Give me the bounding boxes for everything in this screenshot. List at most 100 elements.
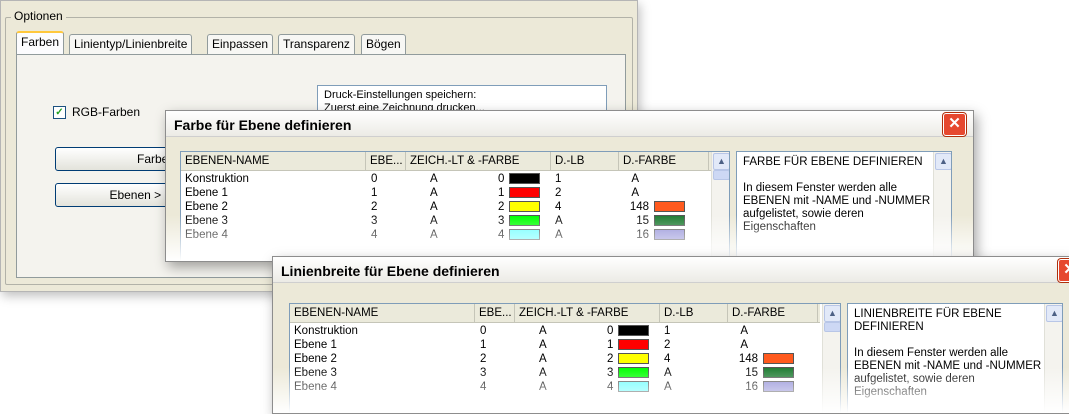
print-linewidth: 2	[555, 187, 562, 199]
description-panel: FARBE FÜR EBENE DEFINIEREN In diesem Fen…	[736, 151, 952, 261]
color-swatch	[509, 173, 540, 184]
color-code: 4	[498, 229, 505, 241]
rgb-checkbox[interactable]: ✓	[53, 105, 66, 119]
table-row[interactable]: Ebene 2 2 A 2 4 148	[290, 352, 820, 366]
table-row[interactable]: Ebene 1 1 A 1 2 A	[181, 186, 711, 200]
scroll-up-arrow-icon[interactable]: ▲	[935, 153, 951, 170]
table-row[interactable]: Ebene 4 4 A 4 A 16	[290, 380, 820, 394]
table-scrollbar[interactable]: ▲	[711, 152, 729, 261]
line-type: A	[539, 381, 547, 393]
scroll-thumb[interactable]	[824, 322, 840, 332]
color-layer-dialog: Farbe für Ebene definieren ✕ EBENEN-NAME…	[165, 110, 974, 262]
color-swatch	[509, 201, 540, 212]
layer-number: 2	[480, 353, 487, 365]
checkmark-icon: ✓	[55, 106, 64, 118]
print-color-swatch	[763, 367, 794, 378]
tab-transparenz[interactable]: Transparenz	[278, 34, 355, 54]
tab-boegen[interactable]: Bögen	[361, 34, 406, 54]
header-dlb[interactable]: D.-LB	[660, 304, 728, 322]
print-linewidth: 1	[555, 173, 562, 185]
tab-linientyp[interactable]: Linientyp/Linienbreite	[69, 34, 193, 54]
header-dcolor[interactable]: D.-FARBE	[619, 152, 709, 170]
table-row[interactable]: Ebene 1 1 A 1 2 A	[290, 338, 820, 352]
description-scrollbar[interactable]: ▲	[1044, 304, 1062, 413]
table-row[interactable]: Konstruktion 0 A 0 1 A	[181, 172, 711, 186]
print-color-code: A	[631, 187, 639, 199]
table-scrollbar[interactable]: ▲	[822, 304, 840, 413]
print-linewidth: A	[664, 367, 672, 379]
header-dlb[interactable]: D.-LB	[551, 152, 619, 170]
color-swatch	[509, 215, 540, 226]
color-code: 0	[607, 325, 614, 337]
scroll-up-arrow-icon[interactable]: ▲	[713, 153, 729, 170]
table-row[interactable]: Ebene 3 3 A 3 A 15	[181, 214, 711, 228]
print-color-swatch	[763, 353, 794, 364]
print-color-code: 16	[636, 229, 649, 241]
layer-name: Ebene 1	[294, 339, 337, 351]
tab-einpassen[interactable]: Einpassen	[207, 34, 274, 54]
layer-number: 4	[480, 381, 487, 393]
description-scrollbar[interactable]: ▲	[933, 152, 951, 261]
print-color-code: 16	[745, 381, 758, 393]
print-linewidth: 4	[664, 353, 671, 365]
description-text: LINIENBREITE FÜR EBENE DEFINIEREN In die…	[854, 308, 1044, 412]
scroll-up-arrow-icon[interactable]: ▲	[1046, 305, 1062, 322]
dialog-title: Linienbreite für Ebene definieren	[281, 263, 500, 279]
titlebar: Linienbreite für Ebene definieren ✕	[273, 257, 1069, 283]
layer-name: Konstruktion	[294, 325, 358, 337]
color-swatch	[618, 353, 649, 364]
layer-number: 3	[371, 215, 378, 227]
header-num[interactable]: EBE...	[475, 304, 515, 322]
header-lt-color[interactable]: ZEICH.-LT & -FARBE	[515, 304, 660, 322]
close-icon[interactable]: ✕	[943, 113, 966, 136]
print-color-code: A	[740, 325, 748, 337]
print-color-swatch	[654, 201, 685, 212]
layer-name: Ebene 3	[185, 215, 228, 227]
header-name[interactable]: EBENEN-NAME	[290, 304, 475, 322]
layer-name: Ebene 1	[185, 187, 228, 199]
scroll-thumb[interactable]	[713, 170, 729, 180]
color-swatch	[618, 367, 649, 378]
print-color-swatch	[763, 381, 794, 392]
layer-number: 3	[480, 367, 487, 379]
layer-name: Ebene 2	[294, 353, 337, 365]
options-group-label: Optionen	[11, 9, 66, 23]
description-text: FARBE FÜR EBENE DEFINIEREN In diesem Fen…	[743, 156, 933, 247]
tab-farben[interactable]: Farben	[16, 31, 65, 56]
rgb-checkbox-row[interactable]: ✓ RGB-Farben	[53, 105, 140, 119]
print-color-swatch	[654, 215, 685, 226]
table-row[interactable]: Ebene 2 2 A 2 4 148	[181, 200, 711, 214]
line-type: A	[430, 173, 438, 185]
print-color-code: 148	[629, 201, 649, 213]
header-dcolor[interactable]: D.-FARBE	[728, 304, 818, 322]
linewidth-layer-dialog: Linienbreite für Ebene definieren ✕ EBEN…	[272, 256, 1069, 414]
scroll-up-arrow-icon[interactable]: ▲	[824, 305, 840, 322]
layer-name: Ebene 2	[185, 201, 228, 213]
color-swatch	[509, 229, 540, 240]
close-icon[interactable]: ✕	[1058, 259, 1069, 282]
rgb-checkbox-label: RGB-Farben	[72, 105, 141, 119]
layer-number: 4	[371, 229, 378, 241]
dialog-title: Farbe für Ebene definieren	[174, 117, 352, 133]
layer-table: EBENEN-NAME EBE... ZEICH.-LT & -FARBE D.…	[289, 303, 841, 413]
table-row[interactable]: Ebene 3 3 A 3 A 15	[290, 366, 820, 380]
line-type: A	[430, 201, 438, 213]
line-type: A	[430, 215, 438, 227]
layer-number: 2	[371, 201, 378, 213]
layer-name: Ebene 4	[294, 381, 337, 393]
print-color-code: A	[740, 339, 748, 351]
print-color-code: 15	[745, 367, 758, 379]
print-linewidth: 4	[555, 201, 562, 213]
table-row[interactable]: Ebene 4 4 A 4 A 16	[181, 228, 711, 242]
layer-number: 1	[480, 339, 487, 351]
header-lt-color[interactable]: ZEICH.-LT & -FARBE	[406, 152, 551, 170]
header-name[interactable]: EBENEN-NAME	[181, 152, 366, 170]
header-num[interactable]: EBE...	[366, 152, 406, 170]
color-swatch	[618, 325, 649, 336]
description-body: In diesem Fenster werden alle EBENEN mit…	[743, 182, 931, 233]
table-row[interactable]: Konstruktion 0 A 0 1 A	[290, 324, 820, 338]
print-color-code: 148	[738, 353, 758, 365]
layer-number: 1	[371, 187, 378, 199]
line-type: A	[539, 339, 547, 351]
table-header: EBENEN-NAME EBE... ZEICH.-LT & -FARBE D.…	[181, 152, 711, 171]
